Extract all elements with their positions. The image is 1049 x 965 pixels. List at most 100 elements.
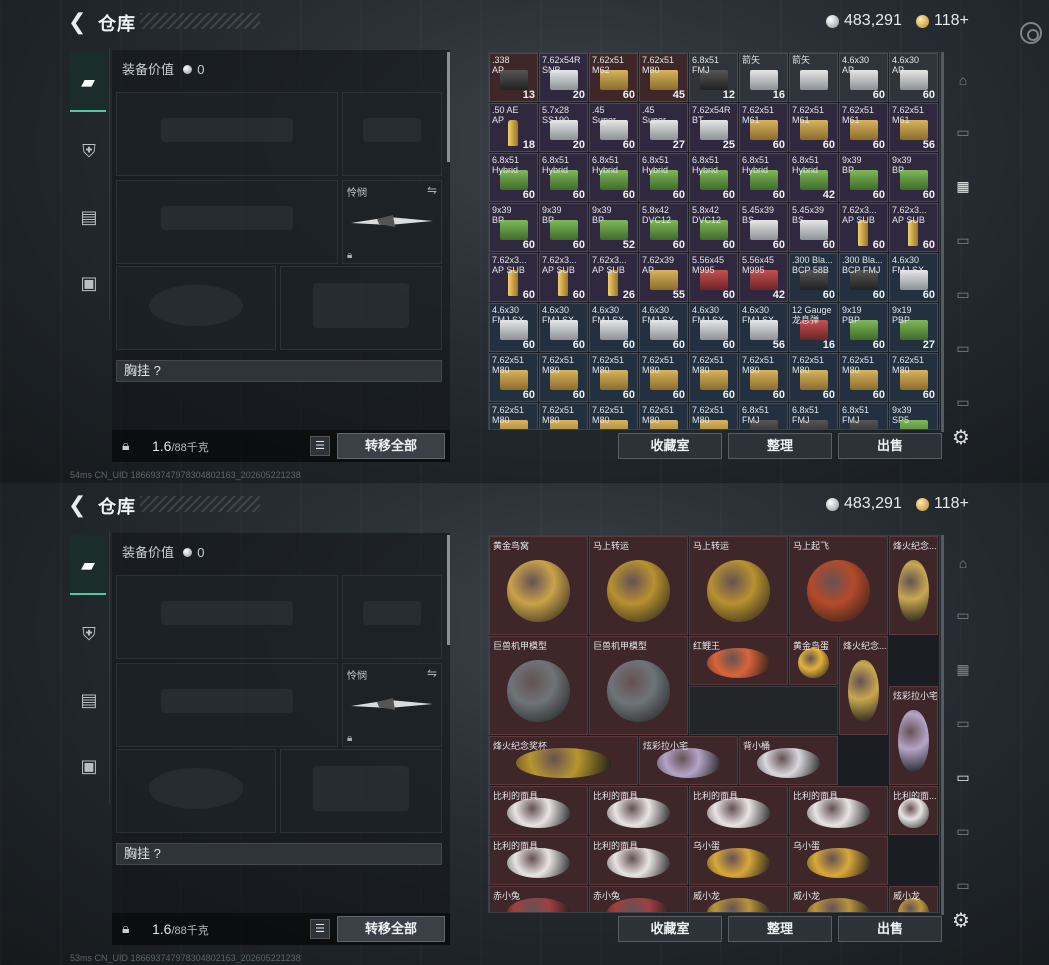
- ammo-item[interactable]: 4.6x30 AP 60: [839, 53, 888, 102]
- ammo-item[interactable]: 6.8x51 Hybrid 42: [789, 153, 838, 202]
- storage-collectible-icon[interactable]: ▭: [950, 282, 976, 306]
- ammo-item[interactable]: 9x39 BP 60: [489, 203, 538, 252]
- storage-weapon-icon[interactable]: ▭: [950, 711, 976, 735]
- collection-room-button[interactable]: 收藏室: [618, 916, 722, 942]
- primary-weapon-slot[interactable]: [116, 92, 338, 176]
- collectible-item[interactable]: 赤小兔: [489, 886, 588, 912]
- ammo-item[interactable]: 6.8x51 Hybrid 60: [639, 153, 688, 202]
- storage-add-icon[interactable]: ▭: [950, 120, 976, 144]
- collectible-item[interactable]: 背小桶: [739, 736, 838, 785]
- ammo-item[interactable]: .338 AP 13: [489, 53, 538, 102]
- storage-extra-icon[interactable]: ▭: [950, 873, 976, 897]
- ammo-item[interactable]: 9x19 PBP 60: [839, 303, 888, 352]
- collectible-item[interactable]: 比利的面具...: [789, 786, 888, 835]
- collectible-item[interactable]: 黄金鸟蛋: [789, 636, 838, 685]
- storage-weapon-icon[interactable]: ▭: [950, 228, 976, 252]
- sort-button[interactable]: 整理: [728, 433, 832, 459]
- ammo-item[interactable]: .300 Bla... BCP 58B 60: [789, 253, 838, 302]
- ammo-item[interactable]: 6.8x51 FMJ: [739, 403, 788, 429]
- sell-button[interactable]: 出售: [838, 916, 942, 942]
- secondary-weapon-slot[interactable]: [116, 180, 338, 264]
- ammo-item[interactable]: 7.62x51 M80 60: [789, 353, 838, 402]
- ammo-item[interactable]: 5.8x42 DVC12 60: [639, 203, 688, 252]
- swap-icon[interactable]: ⇋: [427, 183, 437, 197]
- help-icon[interactable]: ?: [154, 363, 161, 378]
- ammo-item[interactable]: 4.6x30 FMJ SX 60: [639, 303, 688, 352]
- ammo-item[interactable]: 12 Gauge 龙息弹 16: [789, 303, 838, 352]
- ammo-item[interactable]: .50 AE AP 18: [489, 103, 538, 152]
- silver-currency[interactable]: 483,291: [826, 12, 902, 30]
- back-arrow-icon[interactable]: ❮: [68, 493, 88, 517]
- collectible-item[interactable]: 赤小兔: [589, 886, 688, 912]
- collectible-item[interactable]: 马上转运: [689, 536, 788, 635]
- ammo-item[interactable]: 7.62x51 M61 60: [789, 103, 838, 152]
- empty-slot[interactable]: [689, 686, 838, 735]
- collectible-item[interactable]: 比利的面具...: [489, 836, 588, 885]
- silver-currency[interactable]: 483,291: [826, 495, 902, 513]
- collectible-item[interactable]: 比利的面具...: [489, 786, 588, 835]
- ammo-item[interactable]: 5.56x45 M995 60: [689, 253, 738, 302]
- list-icon[interactable]: ☰: [310, 919, 330, 939]
- collectible-item[interactable]: 红鲤王: [689, 636, 788, 685]
- storage-misc-icon[interactable]: ▭: [950, 336, 976, 360]
- collectible-item[interactable]: 威小龙: [789, 886, 888, 912]
- collectible-item[interactable]: 比利的面具...: [589, 836, 688, 885]
- ammo-item[interactable]: 7.62x51 M80 60: [489, 353, 538, 402]
- ammo-item[interactable]: 7.62x3... AP SUB 60: [839, 203, 888, 252]
- sidearm-slot[interactable]: [342, 92, 442, 176]
- ammo-item[interactable]: 6.8x51 FMJ: [839, 403, 888, 429]
- ammo-item[interactable]: 7.62x51 M80 45: [639, 53, 688, 102]
- ammo-item[interactable]: 4.6x30 FMJ SX 56: [739, 303, 788, 352]
- transfer-all-button[interactable]: 转移全部: [337, 433, 445, 459]
- briefcase-tab-icon[interactable]: ▣: [72, 749, 106, 783]
- collection-room-button[interactable]: 收藏室: [618, 433, 722, 459]
- ammo-item[interactable]: 9x39 BP 60: [839, 153, 888, 202]
- gear-icon[interactable]: ⚙: [952, 908, 970, 933]
- ammo-item[interactable]: 7.62x51 M80 60: [889, 353, 938, 402]
- storage-scrollbar[interactable]: [941, 52, 944, 432]
- sort-button[interactable]: 整理: [728, 916, 832, 942]
- melee-slot[interactable]: 怜悯 ⇋ 🔒︎: [342, 180, 442, 264]
- ammo-item[interactable]: 6.8x51 Hybrid 60: [589, 153, 638, 202]
- back-arrow-icon[interactable]: ❮: [68, 10, 88, 34]
- ammo-item[interactable]: 7.62x3... AP SUB 60: [889, 203, 938, 252]
- ammo-item[interactable]: 7.62x51 M80: [539, 403, 588, 429]
- chest-rig-slot[interactable]: 胸挂 ?: [116, 843, 442, 865]
- backpack-tab-icon[interactable]: ▤: [72, 683, 106, 717]
- collectible-item[interactable]: 威小龙: [889, 886, 938, 912]
- primary-weapon-slot[interactable]: [116, 575, 338, 659]
- collectible-item[interactable]: 巨兽机甲模型: [589, 636, 688, 735]
- ammo-item[interactable]: 4.6x30 AP 60: [889, 53, 938, 102]
- ammo-item[interactable]: 7.62x51 M80 60: [839, 353, 888, 402]
- ammo-item[interactable]: 7.62x54R SNB 20: [539, 53, 588, 102]
- ammo-item[interactable]: 4.6x30 FMJ SX 60: [689, 303, 738, 352]
- ammo-item[interactable]: 6.8x51 Hybrid 60: [689, 153, 738, 202]
- collectible-item[interactable]: 烽火纪念...: [839, 636, 888, 735]
- lock-icon[interactable]: 🔒︎: [122, 920, 129, 937]
- pistol-tab-icon[interactable]: ▰: [70, 535, 106, 595]
- ammo-item[interactable]: 7.62x39 AP 55: [639, 253, 688, 302]
- ammo-item[interactable]: 7.62x3... AP SUB 26: [589, 253, 638, 302]
- ammo-item[interactable]: 4.6x30 FMJ SX 60: [539, 303, 588, 352]
- ammo-item[interactable]: 7.62x51 M80: [589, 403, 638, 429]
- ammo-item[interactable]: 7.62x3... AP SUB 60: [539, 253, 588, 302]
- home-storage-icon[interactable]: ⌂: [950, 551, 976, 575]
- ammo-item[interactable]: 4.6x30 FMJ SX 60: [889, 253, 938, 302]
- target-icon[interactable]: [1020, 22, 1042, 44]
- body-armor-slot[interactable]: [280, 749, 442, 833]
- ammo-item[interactable]: .45 Super 27: [639, 103, 688, 152]
- storage-collectible-icon[interactable]: ▭: [950, 765, 976, 789]
- storage-ammo-icon[interactable]: ▦: [950, 657, 976, 681]
- ammo-item[interactable]: 7.62x51 M61 60: [839, 103, 888, 152]
- ammo-item[interactable]: 4.6x30 FMJ SX 60: [489, 303, 538, 352]
- ammo-item[interactable]: 6.8x51 FMJ 12: [689, 53, 738, 102]
- ammo-item[interactable]: 6.8x51 FMJ: [789, 403, 838, 429]
- ammo-item[interactable]: 9x39 SP5: [889, 403, 938, 429]
- ammo-item[interactable]: 7.62x51 M61 56: [889, 103, 938, 152]
- ammo-item[interactable]: 箭矢: [789, 53, 838, 102]
- ammo-item[interactable]: 9x39 BP 60: [889, 153, 938, 202]
- help-icon[interactable]: ?: [154, 846, 161, 861]
- collectible-item[interactable]: 炫彩拉小宅: [639, 736, 738, 785]
- ammo-item[interactable]: 7.62x51 M80 60: [689, 353, 738, 402]
- ammo-item[interactable]: .300 Bla... BCP FMJ 60: [839, 253, 888, 302]
